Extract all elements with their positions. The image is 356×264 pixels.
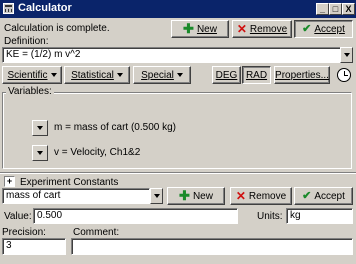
minimize-button[interactable]: _ <box>316 3 329 15</box>
chevron-down-icon <box>343 53 350 57</box>
chevron-down-icon <box>176 73 183 77</box>
comment-field[interactable] <box>71 238 353 255</box>
window-menu-icon[interactable] <box>3 3 14 14</box>
value-field[interactable]: 0.500 <box>33 208 238 224</box>
units-field[interactable]: kg <box>286 208 353 224</box>
status-text: Calculation is complete. <box>4 23 110 34</box>
plus-icon: ✚ <box>183 21 194 36</box>
constant-select[interactable]: mass of cart <box>2 188 150 204</box>
constant-accept-button[interactable]: ✔ Accept <box>294 187 353 205</box>
chevron-down-icon <box>37 126 43 130</box>
new-button[interactable]: ✚ New <box>171 20 229 38</box>
calculator-window: Calculator _ □ X Calculation is complete… <box>0 0 356 264</box>
window-title: Calculator <box>18 2 72 14</box>
accept-button[interactable]: ✔ Accept <box>294 20 353 38</box>
chevron-down-icon <box>116 73 123 77</box>
maximize-button[interactable]: □ <box>329 3 342 15</box>
experiment-constants-toggle[interactable]: + <box>4 176 15 187</box>
variable-m-dropdown[interactable] <box>32 120 48 136</box>
plus-icon: ✚ <box>179 188 190 203</box>
variable-v-text: v = Velocity, Ch1&2 <box>54 147 141 158</box>
properties-button[interactable]: Properties... <box>274 66 330 84</box>
definition-label: Definition: <box>4 36 49 47</box>
precision-field[interactable]: 3 <box>2 238 66 255</box>
value-label: Value: <box>4 211 32 222</box>
deg-button[interactable]: DEG <box>212 66 241 84</box>
constant-remove-button[interactable]: ✕ Remove <box>230 187 292 205</box>
x-icon: ✕ <box>235 189 246 203</box>
check-icon: ✔ <box>302 23 312 35</box>
experiment-constants-label: Experiment Constants <box>20 177 119 188</box>
variable-v-dropdown[interactable] <box>32 145 48 161</box>
definition-dropdown[interactable] <box>340 47 353 63</box>
x-icon: ✕ <box>236 22 247 36</box>
units-label: Units: <box>257 211 283 222</box>
definition-field[interactable]: KE = (1/2) m v^2 <box>2 47 341 63</box>
special-menu[interactable]: Special <box>133 66 191 84</box>
remove-button[interactable]: ✕ Remove <box>232 20 292 38</box>
variable-m-text: m = mass of cart (0.500 kg) <box>54 122 176 133</box>
chevron-down-icon <box>153 194 160 198</box>
constant-new-button[interactable]: ✚ New <box>167 187 225 205</box>
title-bar[interactable]: Calculator _ □ X <box>0 0 356 18</box>
clock-icon[interactable] <box>337 68 351 82</box>
chevron-down-icon <box>50 73 57 77</box>
close-button[interactable]: X <box>342 3 355 15</box>
scientific-menu[interactable]: Scientific <box>2 66 62 84</box>
check-icon: ✔ <box>302 190 312 202</box>
comment-label: Comment: <box>73 227 120 238</box>
statistical-menu[interactable]: Statistical <box>64 66 130 84</box>
divider <box>0 172 356 174</box>
precision-label: Precision: <box>2 227 46 238</box>
chevron-down-icon <box>37 151 43 155</box>
variables-label: Variables: <box>6 86 54 97</box>
constant-dropdown[interactable] <box>150 188 163 204</box>
rad-button[interactable]: RAD <box>242 66 271 84</box>
